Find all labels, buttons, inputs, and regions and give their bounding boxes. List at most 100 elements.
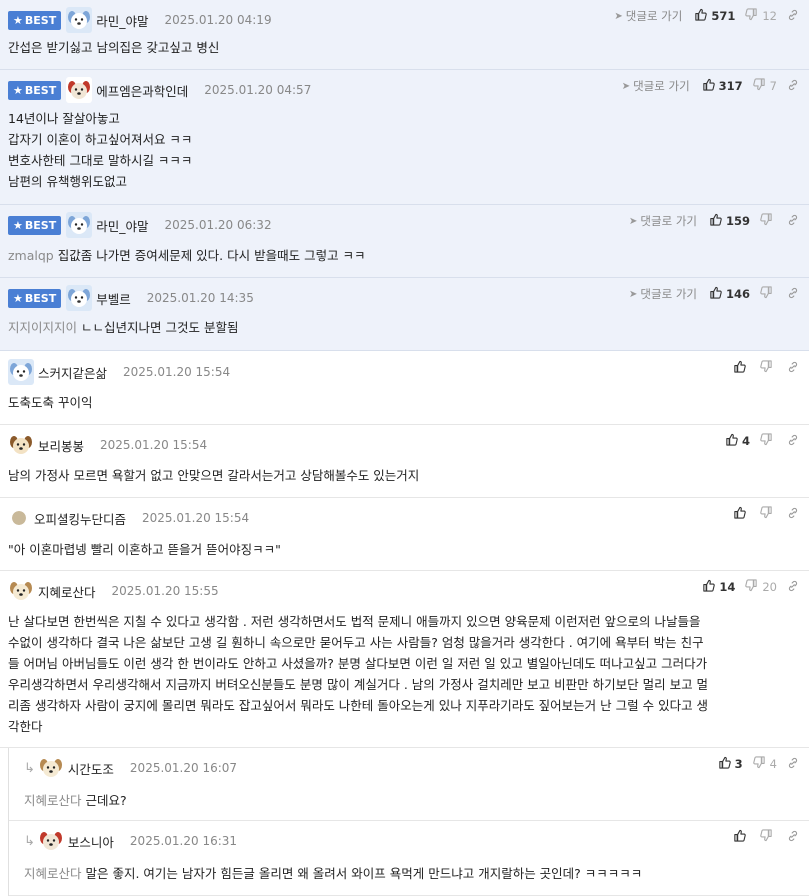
comment-actions	[733, 829, 799, 845]
comment-line: 14년이나 잘살아놓고	[8, 108, 799, 129]
avatar[interactable]	[37, 828, 64, 854]
downvote-button[interactable]	[760, 213, 777, 229]
link-icon[interactable]	[787, 79, 799, 94]
best-label: BEST	[24, 83, 57, 97]
comment-text: 우리생각하면서 우리생각해서 지금까지 버텨오신분들도 분명 많이 계실거다 .…	[8, 677, 709, 692]
author-nickname[interactable]: 라민_야말	[96, 11, 148, 30]
comment-text: 도축도축 꾸이익	[8, 395, 93, 410]
comment-body: 지혜로산다 말은 좋지. 여기는 남자가 힘든글 올리면 왜 올려서 와이프 욕먹…	[24, 863, 799, 884]
link-icon[interactable]	[787, 361, 799, 376]
comment-item: ★ BEST 에프엠은과학인데 2025.01.20 04:57 ➤ 댓글로 가기 317 7…	[0, 70, 809, 205]
upvote-button[interactable]: 159	[709, 213, 750, 229]
comment-text: 리좀 생각하자 사람이 궁지에 몰리면 뭐라도 잡고싶어서 뭐라도 나한테 돌아…	[8, 698, 709, 713]
upvote-button[interactable]: 146	[709, 286, 750, 302]
comment-line: 수없이 생각하다 결국 나은 삶보단 고생 길 훤하니 속으로만 묻어두고 사는…	[8, 632, 799, 653]
thumbs-down-icon	[745, 579, 762, 595]
comment-actions	[733, 506, 799, 522]
comment-line: 지지이지지이 ㄴㄴ십년지나면 그것도 분할됨	[8, 317, 799, 338]
downvote-button[interactable]: 12	[745, 8, 777, 24]
comment-line: 지혜로산다 말은 좋지. 여기는 남자가 힘든글 올리면 왜 올려서 와이프 욕먹…	[24, 863, 799, 884]
comment-date: 2025.01.20 16:07	[129, 761, 238, 775]
link-icon[interactable]	[787, 507, 799, 522]
author-nickname[interactable]: 라민_야말	[96, 216, 148, 235]
comment-actions: ➤ 댓글로 가기 571 12	[614, 8, 799, 24]
author-nickname[interactable]: 시간도조	[68, 759, 114, 778]
author-nickname[interactable]: 지혜로산다	[38, 582, 96, 601]
comment-line: 남의 가정사 모르면 욕할거 없고 안맞으면 갈라서는거고 상담해볼수도 있는거…	[8, 465, 799, 486]
thumbs-down-icon	[760, 506, 777, 522]
goto-label: 댓글로 가기	[625, 9, 683, 23]
downvote-button[interactable]	[760, 506, 777, 522]
author-nickname[interactable]: 오피셜킹누단디즘	[34, 509, 126, 528]
author-nickname[interactable]: 에프엠은과학인데	[96, 81, 188, 100]
upvote-button[interactable]	[733, 829, 750, 845]
comment-body: 도축도축 꾸이익	[8, 392, 799, 413]
comment-header: 오피셜킹누단디즘 2025.01.20 15:54	[8, 505, 249, 531]
avatar[interactable]	[8, 359, 34, 385]
reply-comment: ↳ 보스니아 2025.01.20 16:31 지혜로산다 말은 좋지. 여기는 남자가…	[8, 821, 809, 896]
mention-link[interactable]: zmalqp	[8, 248, 54, 263]
comment-actions: 14 20	[702, 579, 799, 595]
upvote-button[interactable]: 4	[725, 433, 750, 449]
avatar[interactable]	[8, 578, 34, 604]
link-icon[interactable]	[787, 434, 799, 449]
thumbs-up-icon	[694, 8, 711, 24]
comment-body: 지혜로산다 근데요?	[24, 790, 799, 811]
mention-link[interactable]: 지혜로산다	[24, 866, 82, 881]
goto-comment-link[interactable]: ➤ 댓글로 가기	[629, 213, 697, 229]
link-icon[interactable]	[787, 9, 799, 24]
avatar[interactable]	[66, 212, 93, 238]
thumbs-up-icon	[733, 829, 750, 845]
link-icon[interactable]	[787, 580, 799, 595]
avatar[interactable]	[12, 511, 26, 525]
link-icon[interactable]	[787, 287, 799, 302]
comment-line: 난 살다보면 한번씩은 지칠 수 있다고 생각함 . 저런 생각하면서도 법적 …	[8, 611, 799, 632]
upvote-button[interactable]: 571	[694, 8, 735, 24]
downvote-button[interactable]: 20	[745, 579, 777, 595]
thumbs-down-icon	[752, 78, 770, 94]
avatar[interactable]	[66, 285, 93, 311]
downvote-button[interactable]: 7	[752, 78, 777, 94]
link-icon[interactable]	[787, 757, 799, 772]
mention-link[interactable]: 지지이지지이	[8, 320, 77, 335]
downvote-button[interactable]: 4	[752, 756, 777, 772]
goto-comment-link[interactable]: ➤ 댓글로 가기	[629, 286, 697, 302]
upvote-button[interactable]: 14	[702, 579, 735, 595]
comment-body: 지지이지지이 ㄴㄴ십년지나면 그것도 분할됨	[8, 317, 799, 338]
author-nickname[interactable]: 부벨르	[96, 289, 131, 308]
upvote-count: 3	[734, 757, 743, 771]
avatar[interactable]	[66, 7, 93, 33]
comment-item: 지혜로산다 2025.01.20 15:55 14 20 난 살다보면 한번씩은 지칠 …	[0, 571, 809, 748]
upvote-button[interactable]	[733, 360, 750, 376]
best-label: BEST	[24, 13, 57, 27]
author-nickname[interactable]: 보리봉봉	[38, 436, 84, 455]
comment-text: 남의 가정사 모르면 욕할거 없고 안맞으면 갈라서는거고 상담해볼수도 있는거…	[8, 468, 420, 483]
downvote-button[interactable]	[760, 286, 777, 302]
link-icon[interactable]	[787, 214, 799, 229]
upvote-button[interactable]: 3	[718, 756, 743, 772]
upvote-button[interactable]: 317	[702, 78, 743, 94]
comment-text: 난 살다보면 한번씩은 지칠 수 있다고 생각함 . 저런 생각하면서도 법적 …	[8, 614, 701, 629]
link-icon[interactable]	[787, 830, 799, 845]
comment-line: 갑자기 이혼이 하고싶어져서요 ㅋㅋ	[8, 129, 799, 150]
downvote-button[interactable]	[760, 433, 777, 449]
comment-line: 들 어머님 아버님들도 이런 생각 한 번이라도 안하고 사셨을까? 분명 살다…	[8, 653, 799, 674]
downvote-button[interactable]	[760, 829, 777, 845]
comment-actions: 4	[725, 433, 799, 449]
avatar[interactable]	[66, 77, 93, 103]
downvote-button[interactable]	[760, 360, 777, 376]
goto-comment-link[interactable]: ➤ 댓글로 가기	[622, 78, 690, 94]
avatar[interactable]	[37, 755, 64, 781]
comment-text: 들 어머님 아버님들도 이런 생각 한 번이라도 안하고 사셨을까? 분명 살다…	[8, 656, 708, 671]
author-nickname[interactable]: 스커지같은삶	[38, 363, 107, 382]
comment-date: 2025.01.20 14:35	[146, 291, 254, 305]
avatar[interactable]	[8, 432, 34, 458]
downvote-count: 7	[769, 79, 777, 93]
star-icon: ★	[13, 291, 23, 305]
comment-item: ★ BEST 부벨르 2025.01.20 14:35 ➤ 댓글로 가기 146 지지이지지이…	[0, 278, 809, 351]
author-nickname[interactable]: 보스니아	[68, 832, 114, 851]
goto-comment-link[interactable]: ➤ 댓글로 가기	[614, 8, 682, 24]
upvote-button[interactable]	[733, 506, 750, 522]
mention-link[interactable]: 지혜로산다	[24, 793, 82, 808]
send-arrow-icon: ➤	[621, 80, 631, 92]
